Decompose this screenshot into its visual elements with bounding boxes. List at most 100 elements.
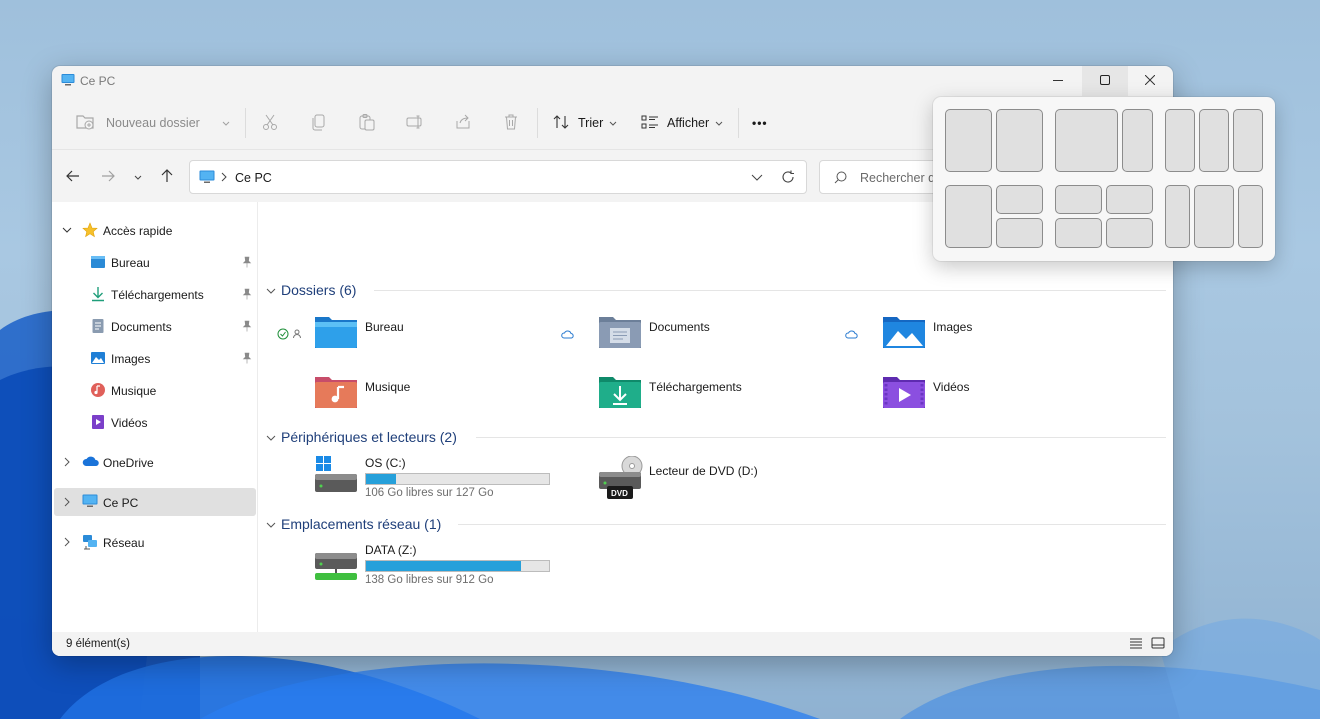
snap-zone[interactable] [1199,109,1229,172]
drive-name: DATA (Z:) [365,543,417,557]
image-icon [90,350,106,369]
navigation-pane: Accès rapide Bureau Téléchargements Docu… [52,202,258,632]
snap-zone[interactable] [996,218,1043,248]
sidebar-item-documents[interactable]: Documents [54,312,256,340]
group-title: Dossiers (6) [281,282,357,298]
minimize-button[interactable] [1035,66,1081,96]
paste-button[interactable] [358,108,376,138]
chevron-down-icon[interactable] [62,224,72,238]
group-header-network[interactable]: Emplacements réseau (1) [266,514,1166,534]
sidebar-item-images[interactable]: Images [54,344,256,372]
folder-label: Musique [365,380,411,394]
drive-tile-data-z[interactable]: DATA (Z:) 138 Go libres sur 912 Go [314,543,614,599]
toolbar-divider [245,108,246,138]
status-bar: 9 élément(s) [52,632,1173,656]
onedrive-icon [82,454,100,471]
snap-zone[interactable] [945,185,992,248]
snap-zone[interactable] [1122,109,1153,172]
snap-zone[interactable] [1055,218,1102,248]
chevron-down-icon[interactable] [266,519,276,533]
recent-locations-button[interactable] [127,166,149,188]
snap-zone[interactable] [1165,109,1195,172]
chevron-right-icon[interactable] [62,536,72,550]
desktop-folder-icon [314,311,358,354]
snap-zone[interactable] [996,185,1043,214]
breadcrumb-current[interactable]: Ce PC [235,171,272,185]
new-folder-label: Nouveau dossier [106,116,200,130]
forward-button[interactable] [97,166,119,188]
star-icon [82,222,98,241]
items-view: Dossiers (6) Bureau Documents Images Mus… [258,202,1173,632]
sidebar-item-label: Réseau [103,536,145,550]
snap-zone[interactable] [1055,185,1102,214]
close-button[interactable] [1127,66,1173,96]
copy-button[interactable] [310,108,328,138]
chevron-right-icon[interactable] [62,456,72,470]
view-button[interactable]: Afficher [641,108,723,138]
snap-zone[interactable] [1106,218,1153,248]
cloud-icon [561,328,575,342]
sidebar-item-label: Images [111,352,151,366]
sidebar-item-quick-access[interactable]: Accès rapide [54,216,256,244]
snap-zone[interactable] [1055,109,1118,172]
sidebar-item-telechargements[interactable]: Téléchargements [54,280,256,308]
maximize-button[interactable] [1082,66,1128,96]
sidebar-item-label: Documents [111,320,172,334]
folder-tile-documents[interactable]: Documents [561,311,868,361]
computer-icon [199,170,215,187]
drive-name: OS (C:) [365,456,406,470]
copy-icon [310,113,328,134]
sort-button[interactable]: Trier [553,108,617,138]
details-view-icon[interactable] [1129,637,1143,652]
title-bar[interactable]: Ce PC [52,66,1173,96]
sidebar-item-reseau[interactable]: Réseau [54,528,256,556]
sidebar-item-videos[interactable]: Vidéos [54,408,256,436]
folder-tile-telechargements[interactable]: Téléchargements [598,371,868,421]
scissors-icon [261,113,279,134]
group-header-devices[interactable]: Périphériques et lecteurs (2) [266,427,1166,447]
share-button[interactable] [454,108,472,138]
chevron-down-icon[interactable] [751,171,763,185]
chevron-down-icon[interactable] [266,432,276,446]
snap-zone[interactable] [996,109,1043,172]
refresh-icon[interactable] [781,170,795,187]
folder-label: Vidéos [933,380,970,394]
computer-icon [82,494,98,511]
dvd-badge: DVD [611,489,628,498]
search-icon [834,171,847,187]
folder-tile-musique[interactable]: Musique [314,371,584,421]
snap-zone[interactable] [1106,185,1153,214]
back-button[interactable] [62,166,84,188]
snap-zone[interactable] [1238,185,1263,248]
drive-usage-fill [366,561,522,571]
chevron-right-icon[interactable] [62,496,72,510]
snap-zone[interactable] [945,109,992,172]
drive-free-space: 138 Go libres sur 912 Go [365,574,494,586]
snap-zone[interactable] [1165,185,1190,248]
sidebar-item-label: Accès rapide [103,224,173,238]
snap-zone[interactable] [1194,185,1234,248]
sidebar-item-onedrive[interactable]: OneDrive [54,448,256,476]
more-options-button[interactable]: ••• [752,108,768,138]
drive-tile-os-c[interactable]: OS (C:) 106 Go libres sur 127 Go [314,456,614,512]
rename-button[interactable] [406,108,424,138]
folder-tile-images[interactable]: Images [845,311,1152,361]
address-bar[interactable]: Ce PC [189,160,807,194]
snap-zone[interactable] [1233,109,1263,172]
up-button[interactable] [156,166,178,188]
content-area: Accès rapide Bureau Téléchargements Docu… [52,202,1173,632]
group-header-folders[interactable]: Dossiers (6) [266,280,1166,300]
folder-tile-videos[interactable]: Vidéos [882,371,1152,421]
large-icons-view-icon[interactable] [1151,637,1165,652]
view-list-icon [641,115,659,132]
chevron-down-icon[interactable] [266,285,276,299]
drive-name: Lecteur de DVD (D:) [649,464,758,478]
sidebar-item-bureau[interactable]: Bureau [54,248,256,276]
delete-button[interactable] [502,108,520,138]
sidebar-item-musique[interactable]: Musique [54,376,256,404]
cut-button[interactable] [261,108,279,138]
new-folder-button[interactable]: Nouveau dossier [76,108,230,138]
sidebar-item-ce-pc[interactable]: Ce PC [54,488,256,516]
drive-tile-dvd-d[interactable]: DVD Lecteur de DVD (D:) [598,455,898,512]
folder-tile-bureau[interactable]: Bureau [277,311,584,361]
